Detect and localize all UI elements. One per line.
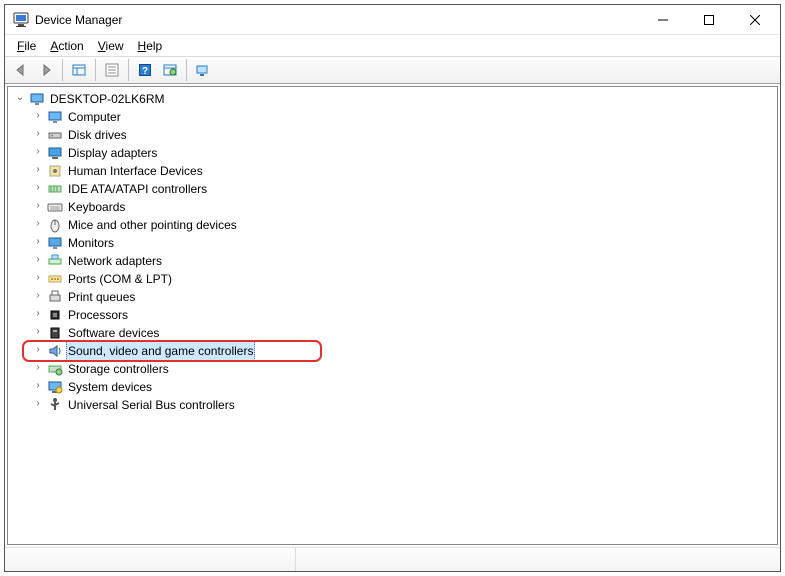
window-title: Device Manager [35,13,122,27]
minimize-button[interactable] [640,6,686,34]
expand-icon[interactable]: › [30,197,46,215]
statusbar [5,547,780,571]
back-button[interactable] [9,58,33,82]
tree-item[interactable]: › Monitors [28,234,777,252]
expand-icon[interactable]: › [30,341,46,359]
tree-root[interactable]: ⌄ DESKTOP-02LK6RM [10,90,777,108]
devices-by-connection-button[interactable] [191,58,215,82]
tree-item[interactable]: › IDE ATA/ATAPI controllers [28,180,777,198]
menubar: FFileile ActionAction ViewView HelpHelp [5,35,780,56]
expand-icon[interactable]: › [30,269,46,287]
tree-item-label: Mice and other pointing devices [66,216,239,234]
disk-icon [46,127,64,143]
tree-item[interactable]: › Display adapters [28,144,777,162]
software-icon [46,325,64,341]
titlebar[interactable]: Device Manager [5,5,780,35]
tree-item-label: Software devices [66,324,161,342]
device-manager-icon [13,12,29,28]
expand-icon[interactable]: › [30,125,46,143]
network-icon [46,253,64,269]
menu-view[interactable]: ViewView [92,38,130,54]
expand-icon[interactable]: › [30,305,46,323]
tree-item-label: Keyboards [66,198,127,216]
tree-item-label: Network adapters [66,252,164,270]
tree-item[interactable]: › Keyboards [28,198,777,216]
expand-icon[interactable]: › [30,395,46,413]
tree-item-label: System devices [66,378,154,396]
expand-icon[interactable]: › [30,233,46,251]
tree-item[interactable]: › Sound, video and game controllers [28,342,777,360]
menu-help[interactable]: HelpHelp [132,38,169,54]
forward-button[interactable] [34,58,58,82]
computer-icon [28,91,46,107]
tree-item[interactable]: › Computer [28,108,777,126]
tree-item-label: Disk drives [66,126,129,144]
menu-file[interactable]: FFileile [11,38,42,54]
tree-item-label: Monitors [66,234,116,252]
cpu-icon [46,307,64,323]
tree-item-label: Ports (COM & LPT) [66,270,174,288]
keyboard-icon [46,199,64,215]
tree-item-label: Universal Serial Bus controllers [66,396,237,414]
maximize-button[interactable] [686,6,732,34]
device-manager-window: Device Manager FFileile ActionAction Vie… [4,4,781,572]
show-hide-tree-button[interactable] [67,58,91,82]
display-icon [46,145,64,161]
close-button[interactable] [732,6,778,34]
expand-icon[interactable]: › [30,377,46,395]
tree-item-label: Print queues [66,288,137,306]
tree-item-label: Processors [66,306,130,324]
expand-icon[interactable]: › [30,161,46,179]
ports-icon [46,271,64,287]
help-button[interactable]: ? [133,58,157,82]
tree-root-label: DESKTOP-02LK6RM [48,90,167,108]
window-controls [640,6,778,34]
tree-item[interactable]: › Network adapters [28,252,777,270]
expand-icon[interactable]: › [30,359,46,377]
tree-content[interactable]: ⌄DESKTOP-02LK6RM›Computer›Disk drives›Di… [7,86,778,545]
expand-icon[interactable]: › [30,287,46,305]
tree-item-label: Human Interface Devices [66,162,205,180]
hid-icon [46,163,64,179]
tree-item-label: IDE ATA/ATAPI controllers [66,180,209,198]
menu-action[interactable]: ActionAction [44,38,89,54]
tree-item[interactable]: › Mice and other pointing devices [28,216,777,234]
tree-item[interactable]: › Software devices [28,324,777,342]
tree-item-label: Sound, video and game controllers [66,341,255,361]
toolbar: ? [5,56,780,84]
expand-icon[interactable]: › [30,251,46,269]
tree-item[interactable]: › Ports (COM & LPT) [28,270,777,288]
monitor2-icon [46,235,64,251]
storage-icon [46,361,64,377]
tree-item-label: Computer [66,108,123,126]
monitor-icon [46,109,64,125]
expand-icon[interactable]: › [30,323,46,341]
usb-icon [46,397,64,413]
scan-hardware-button[interactable] [158,58,182,82]
svg-text:?: ? [142,66,148,77]
system-icon [46,379,64,395]
tree-item[interactable]: › Human Interface Devices [28,162,777,180]
tree-item-label: Storage controllers [66,360,171,378]
expand-icon[interactable]: › [30,143,46,161]
expand-icon[interactable]: › [30,107,46,125]
tree-item[interactable]: › Storage controllers [28,360,777,378]
printer-icon [46,289,64,305]
tree-item[interactable]: › Processors [28,306,777,324]
tree-item[interactable]: › System devices [28,378,777,396]
expand-icon[interactable]: › [30,179,46,197]
properties-button[interactable] [100,58,124,82]
tree-item[interactable]: › Disk drives [28,126,777,144]
ide-icon [46,181,64,197]
tree-item[interactable]: › Print queues [28,288,777,306]
expand-icon[interactable]: › [30,215,46,233]
mouse-icon [46,217,64,233]
collapse-icon[interactable]: ⌄ [12,89,28,107]
tree-item[interactable]: › Universal Serial Bus controllers [28,396,777,414]
sound-icon [46,343,64,359]
tree-item-label: Display adapters [66,144,159,162]
